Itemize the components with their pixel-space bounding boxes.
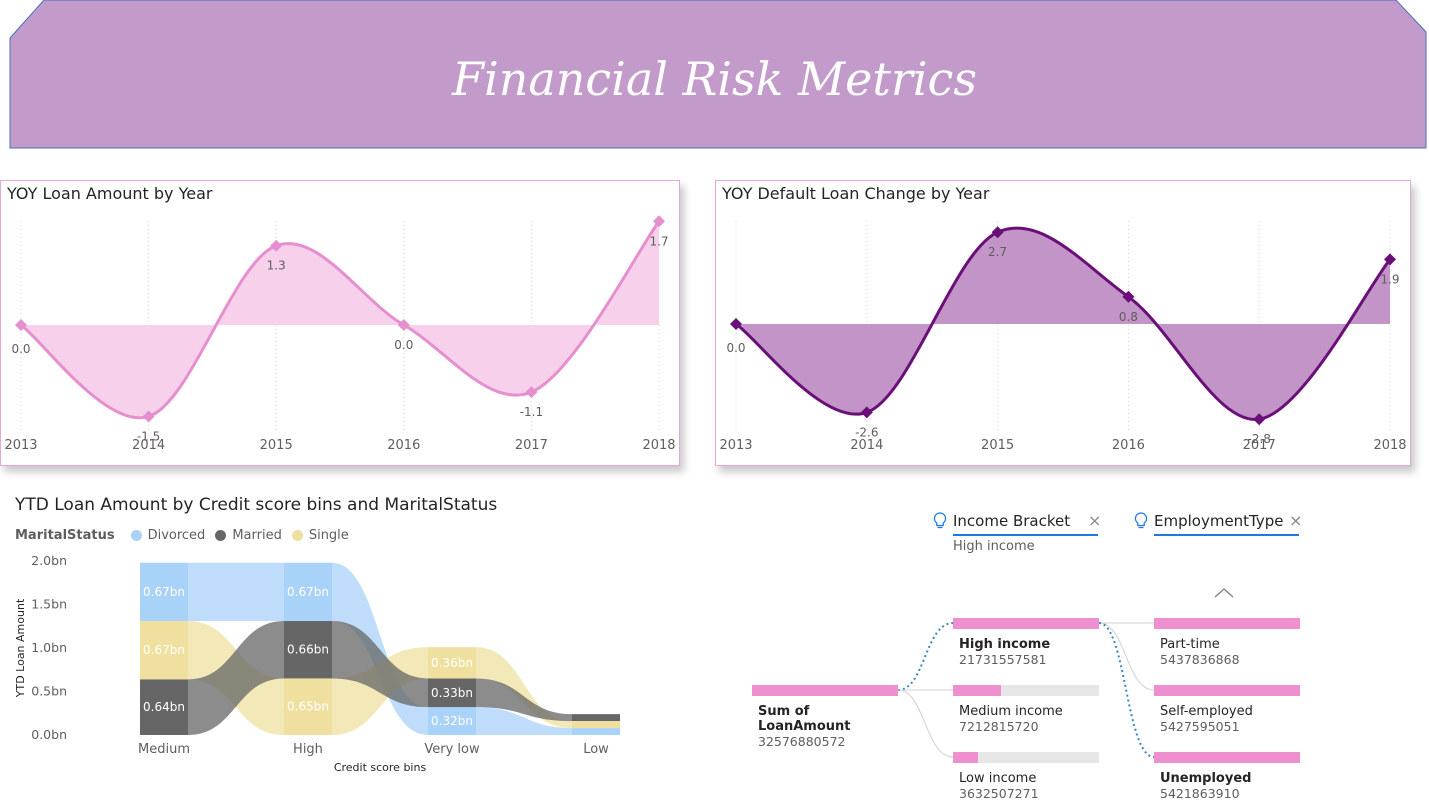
decomp-label: Self-employed (1160, 704, 1253, 719)
decomp-fill (953, 618, 1099, 629)
decomp-bar (1154, 618, 1300, 629)
decomp-value: 5427595051 (1160, 719, 1240, 734)
decomp-value: 5437836868 (1160, 652, 1240, 667)
decomp-fill (1154, 752, 1300, 763)
decomp-label: Unemployed (1160, 771, 1252, 786)
decomp-node-medium-income[interactable]: Medium income 7212815720 (953, 685, 1099, 734)
decomp-root-fill (752, 685, 898, 696)
decomp-node-unemployed[interactable]: Unemployed 5421863910 (1154, 752, 1300, 801)
decomp-label: Part-time (1160, 637, 1220, 652)
decomp-root-label: Sum of LoanAmount (758, 704, 851, 734)
decomp-root-node[interactable]: Sum of LoanAmount 32576880572 (752, 685, 898, 749)
decomp-fill (1154, 685, 1300, 696)
decomp-node-high-income[interactable]: High income 21731557581 (953, 618, 1099, 667)
decomp-root-value: 32576880572 (758, 734, 846, 749)
decomp-label: Medium income (959, 704, 1063, 719)
decomp-label: Low income (959, 771, 1037, 786)
decomp-bar (953, 618, 1099, 629)
decomp-value: 3632507271 (959, 786, 1039, 801)
decomp-label: High income (959, 637, 1051, 652)
decomp-fill (953, 685, 1002, 696)
decomp-value: 21731557581 (959, 652, 1047, 667)
decomp-value: 5421863910 (1160, 786, 1240, 801)
decomp-bar (1154, 685, 1300, 696)
decomp-fill (1154, 618, 1300, 629)
decomp-bar (953, 752, 1099, 763)
decomp-root-bar (752, 685, 898, 696)
decomp-node-low-income[interactable]: Low income 3632507271 (953, 752, 1099, 801)
decomp-bar (1154, 752, 1300, 763)
decomposition-connectors (897, 622, 1155, 758)
decomp-value: 7212815720 (959, 719, 1039, 734)
decomp-bar (953, 685, 1099, 696)
decomp-node-self-employed[interactable]: Self-employed 5427595051 (1154, 685, 1300, 734)
decomp-fill (953, 752, 978, 763)
decomp-node-part-time[interactable]: Part-time 5437836868 (1154, 618, 1300, 667)
